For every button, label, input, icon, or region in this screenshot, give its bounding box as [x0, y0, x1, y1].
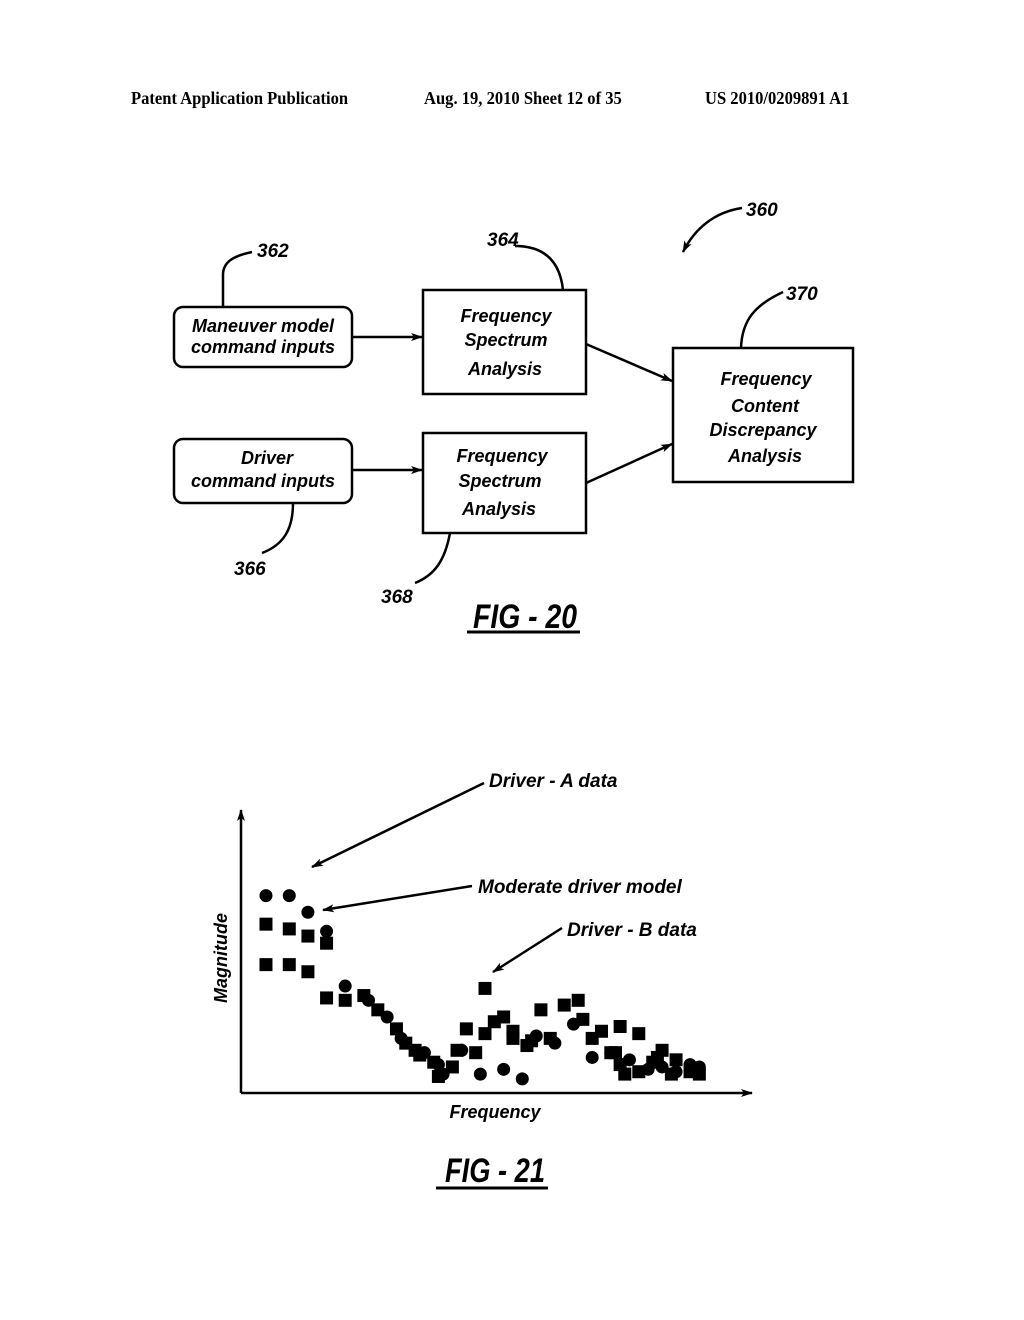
ref-368: 368 [381, 587, 413, 608]
discrepancy-line-2: Content [731, 396, 800, 416]
ref-370: 370 [786, 284, 818, 305]
point-moderate-driver-model-0 [259, 917, 273, 931]
fsa-bottom-line-3: Analysis [461, 499, 536, 519]
ref-366-leader [261, 502, 295, 555]
point-moderate-driver-model-15 [427, 1055, 441, 1069]
point-moderate-driver-model-18 [459, 1022, 473, 1036]
point-moderate-driver-model-16 [431, 1069, 445, 1083]
point-driver-b-data-3 [487, 1015, 501, 1029]
fsa-bottom-line-1: Frequency [456, 446, 548, 466]
fsa-top-line-3: Analysis [467, 359, 542, 379]
point-driver-b-data-2 [469, 1046, 483, 1060]
driver-line-2: command inputs [191, 471, 335, 491]
ref-364: 364 [487, 230, 519, 251]
point-driver-b-data-6 [543, 1031, 557, 1045]
point-moderate-driver-model-23 [534, 1003, 548, 1017]
ref-364-leader [514, 244, 565, 291]
point-moderate-driver-model-10 [371, 1003, 385, 1017]
point-driver-b-data-9 [608, 1046, 622, 1060]
point-moderate-driver-model-14 [413, 1048, 427, 1062]
fsa-top-block: Frequency Spectrum Analysis [421, 288, 588, 396]
point-moderate-driver-model-29 [632, 1027, 646, 1041]
fsa-top-line-2: Spectrum [464, 330, 547, 350]
ref-362-leader [221, 250, 253, 307]
ref-360-arrow [681, 206, 743, 253]
annotation-driver-b: Driver - B data [567, 920, 697, 941]
point-moderate-driver-model-19 [478, 1027, 492, 1041]
point-driver-a-data-1 [282, 889, 296, 903]
maneuver-line-1: Maneuver model [192, 316, 335, 336]
point-driver-b-data-17 [692, 1067, 706, 1081]
point-driver-b-data-7 [571, 993, 585, 1007]
point-driver-b-data-14 [664, 1067, 678, 1081]
point-moderate-driver-model-1 [282, 922, 296, 936]
point-moderate-driver-model-5 [282, 958, 296, 972]
maneuver-line-2: command inputs [191, 337, 335, 357]
ref-362: 362 [257, 241, 289, 262]
point-moderate-driver-model-6 [301, 965, 315, 979]
discrepancy-line-1: Frequency [720, 369, 812, 389]
point-driver-a-data-14 [515, 1072, 529, 1086]
point-driver-a-data-0 [259, 889, 273, 903]
arrow-fsa-top-to-discrepancy [585, 342, 673, 383]
point-driver-a-data-13 [497, 1062, 511, 1076]
point-moderate-driver-model-28 [613, 1020, 627, 1033]
point-moderate-driver-model-17 [445, 1060, 459, 1074]
discrepancy-line-3: Discrepancy [709, 420, 817, 440]
x-axis-label: Frequency [449, 1102, 541, 1122]
point-driver-b-data-13 [650, 1050, 664, 1064]
figures-canvas: 360 Maneuver model command inputs 362 Dr… [172, 200, 855, 1190]
driver-block: Driver command inputs [172, 437, 354, 505]
fig21-chart: Magnitude Frequency Driver - A data Mode… [211, 771, 753, 1190]
fsa-top-line-1: Frequency [460, 306, 552, 326]
point-driver-a-data-18 [585, 1050, 599, 1064]
discrepancy-line-4: Analysis [727, 446, 802, 466]
point-driver-a-data-12 [473, 1067, 487, 1081]
point-driver-b-data-8 [585, 1031, 599, 1045]
point-driver-b-data-5 [525, 1034, 539, 1048]
ref-360: 360 [746, 200, 778, 221]
point-moderate-driver-model-2 [301, 929, 315, 943]
point-moderate-driver-model-25 [576, 1012, 590, 1026]
point-driver-b-data-4 [506, 1031, 520, 1045]
point-driver-a-data-4 [338, 979, 352, 993]
point-moderate-driver-model-9 [357, 989, 371, 1003]
annotation-driver-a-arrow [311, 781, 485, 869]
y-axis-label: Magnitude [211, 913, 231, 1003]
point-moderate-driver-model-4 [259, 958, 273, 972]
annotation-driver-b-arrow [492, 926, 563, 974]
fig20-caption: FIG - 20 [473, 598, 577, 636]
point-moderate-driver-model-8 [338, 993, 352, 1007]
ref-368-leader [414, 532, 452, 585]
point-driver-a-data-2 [301, 905, 315, 919]
scatter-marks [259, 889, 706, 1086]
ref-366: 366 [234, 559, 266, 580]
point-driver-b-data-11 [618, 1067, 632, 1081]
fsa-bottom-block: Frequency Spectrum Analysis [421, 431, 588, 535]
annotation-driver-a: Driver - A data [489, 771, 618, 792]
point-moderate-driver-model-3 [320, 936, 334, 950]
driver-line-1: Driver [241, 448, 294, 468]
point-driver-b-data-0 [478, 981, 492, 995]
annotation-moderate-model-arrow [322, 884, 473, 913]
point-moderate-driver-model-7 [320, 991, 334, 1005]
point-driver-a-data-3 [320, 924, 334, 938]
point-moderate-driver-model-24 [557, 998, 571, 1012]
maneuver-block: Maneuver model command inputs [172, 305, 354, 369]
point-driver-b-data-1 [450, 1043, 464, 1057]
point-driver-b-data-15 [669, 1053, 683, 1067]
fig20-diagram: 360 Maneuver model command inputs 362 Dr… [172, 200, 855, 636]
discrepancy-block: Frequency Content Discrepancy Analysis [671, 346, 855, 484]
fsa-bottom-line-2: Spectrum [458, 471, 541, 491]
arrow-fsa-bottom-to-discrepancy [585, 442, 673, 485]
point-moderate-driver-model-11 [389, 1022, 403, 1036]
fig21-caption: FIG - 21 [445, 1152, 545, 1190]
ref-370-leader [739, 290, 784, 349]
point-driver-b-data-12 [632, 1065, 646, 1079]
annotation-moderate-model: Moderate driver model [478, 877, 682, 898]
